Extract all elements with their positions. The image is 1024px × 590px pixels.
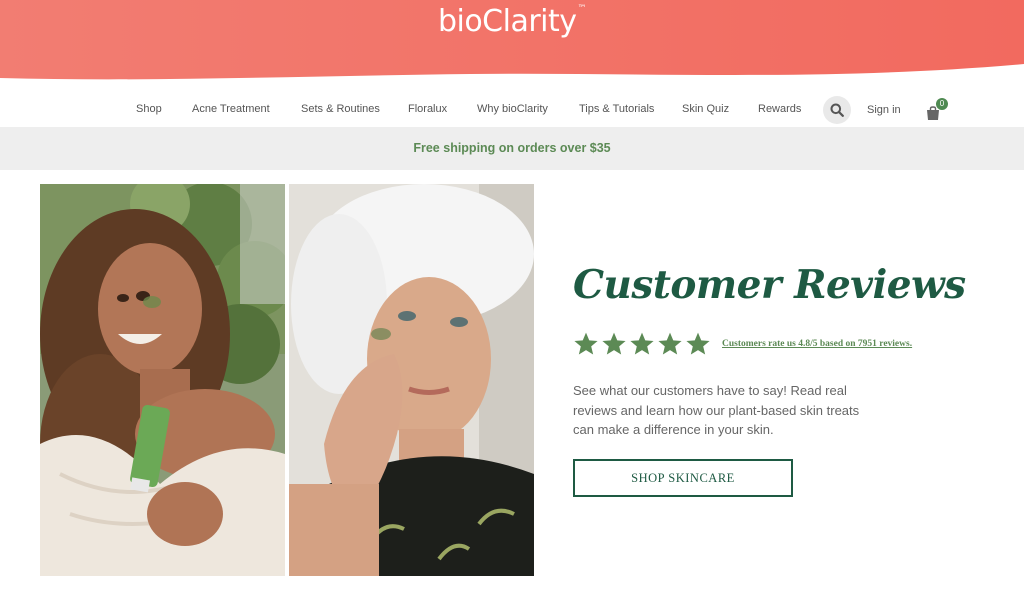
nav-item-shop[interactable]: Shop [136, 103, 162, 115]
page-title: Customer Reviews [573, 262, 966, 308]
star-icon [630, 332, 654, 355]
star-icon [658, 332, 682, 355]
nav-item-tips-tutorials[interactable]: Tips & Tutorials [579, 103, 654, 115]
search-button[interactable] [823, 96, 851, 124]
customer-photo-1 [40, 184, 285, 576]
search-icon [830, 103, 844, 117]
brand-logo[interactable]: bioClarity™ [0, 4, 1024, 39]
hero-description: See what our customers have to say! Read… [573, 383, 860, 437]
rating-summary-link[interactable]: Customers rate us 4.8/5 based on 7951 re… [722, 339, 912, 349]
main-nav: Shop Acne Treatment Sets & Routines Flor… [0, 96, 1024, 124]
header: bioClarity™ [0, 0, 1024, 90]
promo-banner: Free shipping on orders over $35 [0, 127, 1024, 170]
customer-photo-2 [289, 184, 534, 576]
nav-item-acne-treatment[interactable]: Acne Treatment [192, 103, 270, 115]
shop-skincare-button[interactable]: SHOP SKINCARE [573, 459, 793, 497]
nav-item-why-bioclarity[interactable]: Why bioClarity [477, 103, 548, 115]
star-icon [602, 332, 626, 355]
nav-item-skin-quiz[interactable]: Skin Quiz [682, 103, 729, 115]
nav-item-floralux[interactable]: Floralux [408, 103, 447, 115]
star-icon [574, 332, 598, 355]
sign-in-link[interactable]: Sign in [867, 104, 901, 116]
promo-text: Free shipping on orders over $35 [413, 141, 611, 155]
star-icon [686, 332, 710, 355]
cart-count-badge: 0 [936, 98, 948, 110]
cart-button[interactable]: 0 [922, 98, 950, 122]
rating-stars [573, 331, 711, 357]
nav-item-rewards[interactable]: Rewards [758, 103, 801, 115]
nav-item-sets-routines[interactable]: Sets & Routines [301, 103, 380, 115]
